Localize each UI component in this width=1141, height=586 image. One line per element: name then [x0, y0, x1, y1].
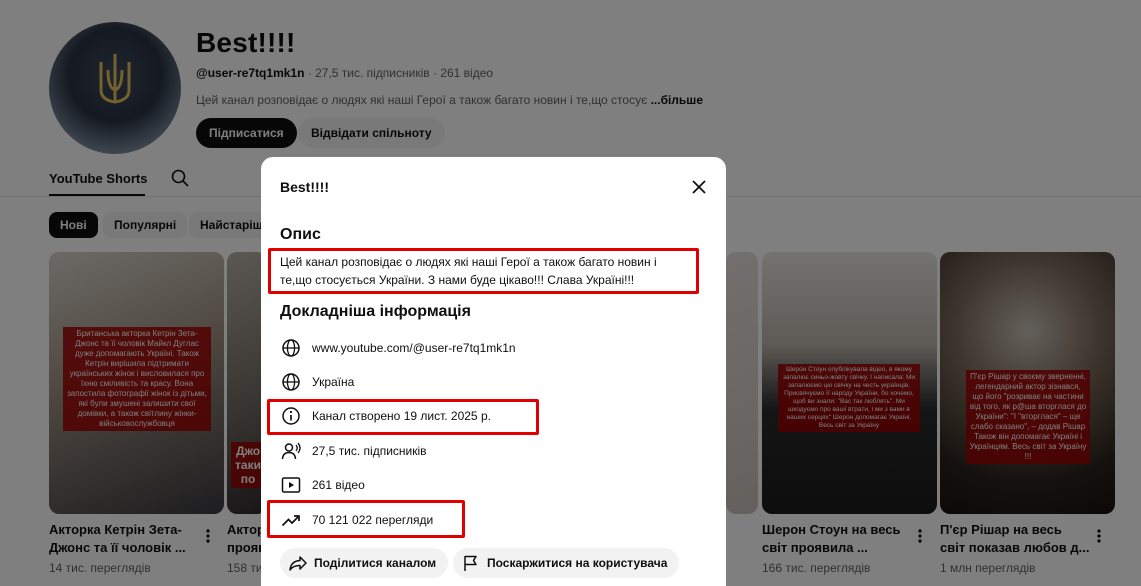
video-icon [281, 477, 301, 493]
details-heading: Докладніша інформація [280, 303, 471, 320]
share-label: Поділитися каналом [314, 556, 437, 570]
report-user-button[interactable]: Поскаржитися на користувача [453, 548, 680, 578]
share-channel-button[interactable]: Поділитися каналом [280, 548, 449, 578]
channel-videos: 261 відео [312, 478, 365, 492]
channel-country: Україна [312, 375, 355, 389]
channel-subscribers: 27,5 тис. підписників [312, 444, 427, 458]
subscribers-row: 27,5 тис. підписників [280, 440, 427, 462]
description-heading: Опис [280, 226, 321, 243]
info-icon [282, 407, 300, 425]
dialog-title: Best!!!! [280, 179, 329, 195]
trending-icon [281, 515, 300, 527]
description-text: Цей канал розповідає о людях які наші Ге… [280, 255, 657, 287]
globe-icon [282, 339, 300, 357]
country-row: Україна [280, 371, 354, 393]
channel-created: Канал створено 19 лист. 2025 р. [312, 409, 491, 423]
url-row[interactable]: www.youtube.com/@user-re7tq1mk1n [280, 337, 516, 359]
views-row: 70 121 022 перегляди [280, 509, 433, 531]
globe-icon [282, 373, 300, 391]
created-row: Канал створено 19 лист. 2025 р. [280, 405, 491, 427]
person-icon [281, 442, 301, 460]
report-label: Поскаржитися на користувача [487, 556, 668, 570]
close-icon[interactable] [691, 179, 707, 195]
flag-icon [464, 555, 477, 571]
share-icon [289, 556, 307, 571]
channel-url[interactable]: www.youtube.com/@user-re7tq1mk1n [312, 341, 516, 355]
channel-views: 70 121 022 перегляди [312, 513, 434, 527]
about-dialog: Best!!!! Опис Цей канал розповідає о люд… [261, 157, 726, 586]
videos-row: 261 відео [280, 474, 365, 496]
